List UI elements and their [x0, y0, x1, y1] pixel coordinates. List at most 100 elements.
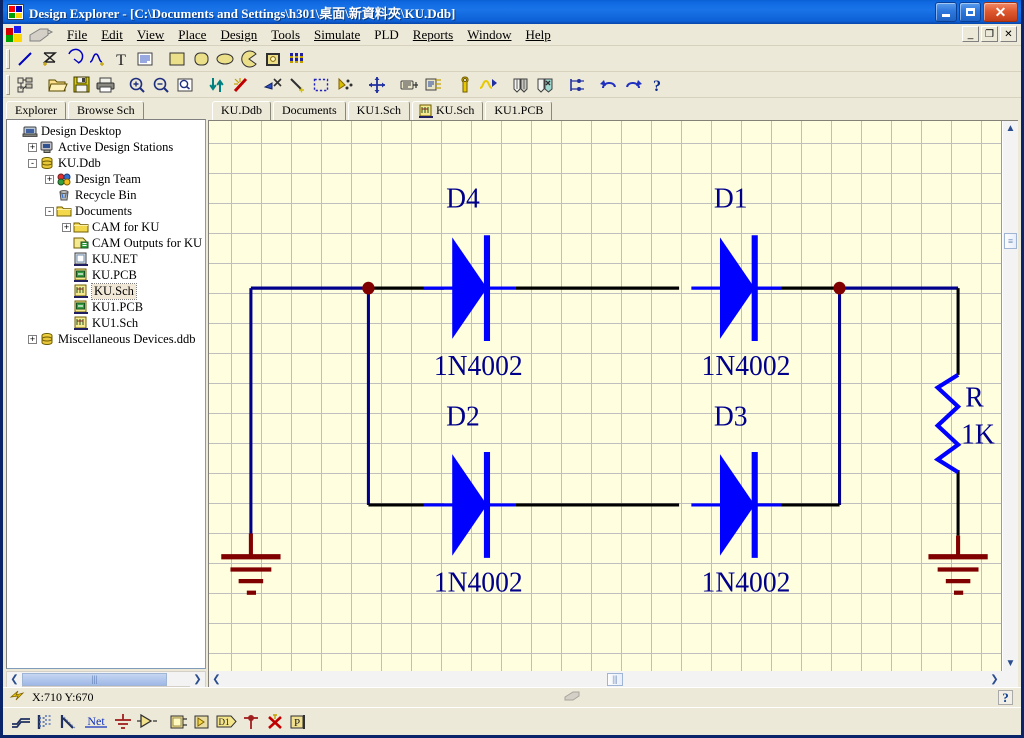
- collapse-toggle-icon[interactable]: -: [28, 159, 37, 168]
- save-icon[interactable]: [69, 74, 93, 96]
- tree-item-documents[interactable]: -Documents: [9, 203, 205, 219]
- canvas-vertical-scroll-thumb[interactable]: ≡: [1004, 233, 1017, 249]
- tree-item-recycle-bin[interactable]: Recycle Bin: [9, 187, 205, 203]
- document-tab-ku1-sch[interactable]: KU1.Sch: [348, 101, 410, 120]
- place-junction-icon[interactable]: [239, 711, 263, 733]
- component-R[interactable]: R 1K: [938, 375, 995, 472]
- tree-item-ku-pcb[interactable]: KU.PCB: [9, 267, 205, 283]
- text-frame-tool-icon[interactable]: [133, 48, 157, 70]
- select-net-icon[interactable]: [285, 74, 309, 96]
- canvas-scroll-down-arrow[interactable]: ▼: [1003, 656, 1018, 671]
- bus-tool-icon[interactable]: [37, 48, 61, 70]
- expand-toggle-icon[interactable]: +: [62, 223, 71, 232]
- move-icon[interactable]: [365, 74, 389, 96]
- tree-item-cam-outputs-for-ku[interactable]: CAM Outputs for KU: [9, 235, 205, 251]
- canvas-horizontal-scrollbar[interactable]: ❮ ||| ❯: [209, 671, 1018, 687]
- document-tab-documents[interactable]: Documents: [273, 101, 346, 120]
- explorer-horizontal-scrollbar[interactable]: ❮ ||| ❯: [6, 671, 206, 687]
- place-part-icon[interactable]: [135, 711, 159, 733]
- mdi-minimize-button[interactable]: _: [962, 26, 979, 42]
- tree-item-cam-for-ku[interactable]: +CAM for KU: [9, 219, 205, 235]
- explorer-scroll-thumb[interactable]: |||: [22, 673, 167, 686]
- tree-item-active-design-stations[interactable]: +Active Design Stations: [9, 139, 205, 155]
- rounded-rectangle-tool-icon[interactable]: [189, 48, 213, 70]
- menu-item-edit[interactable]: Edit: [94, 26, 130, 44]
- schematic-canvas[interactable]: D4 1N4002 D1 1N4002: [209, 121, 1002, 671]
- image-tool-icon[interactable]: [261, 48, 285, 70]
- place-port-icon[interactable]: D1: [215, 711, 239, 733]
- place-sheet-symbol-icon[interactable]: [167, 711, 191, 733]
- expand-toggle-icon[interactable]: +: [28, 335, 37, 344]
- place-pcb-directive-icon[interactable]: P: [287, 711, 311, 733]
- setup-icon[interactable]: [453, 74, 477, 96]
- component-D1[interactable]: D1 1N4002: [691, 183, 790, 382]
- menu-item-window[interactable]: Window: [460, 26, 518, 44]
- redo-icon[interactable]: [621, 74, 645, 96]
- menu-item-tools[interactable]: Tools: [264, 26, 307, 44]
- collapse-toggle-icon[interactable]: -: [45, 207, 54, 216]
- tab-browse-sch[interactable]: Browse Sch: [68, 101, 144, 119]
- text-tool-icon[interactable]: T: [109, 48, 133, 70]
- place-power-port-icon[interactable]: [111, 711, 135, 733]
- undo-icon[interactable]: [597, 74, 621, 96]
- maximize-button[interactable]: [959, 2, 981, 22]
- document-tab-ku-sch[interactable]: KU.Sch: [412, 101, 483, 120]
- print-icon[interactable]: [93, 74, 117, 96]
- deselect-icon[interactable]: [333, 74, 357, 96]
- menu-item-reports[interactable]: Reports: [406, 26, 460, 44]
- menu-item-help[interactable]: Help: [519, 26, 558, 44]
- tab-explorer[interactable]: Explorer: [6, 101, 66, 119]
- canvas-scroll-right-arrow[interactable]: ❯: [987, 672, 1002, 687]
- help-status-button[interactable]: ?: [998, 690, 1013, 705]
- hierarchy-icon[interactable]: [565, 74, 589, 96]
- mdi-close-button[interactable]: ✕: [1000, 26, 1017, 42]
- place-bus-entry-icon[interactable]: [57, 711, 81, 733]
- menu-item-place[interactable]: Place: [171, 26, 213, 44]
- close-button[interactable]: ✕: [983, 2, 1018, 22]
- tree-item-ku1-sch[interactable]: KU1.Sch: [9, 315, 205, 331]
- menu-item-design[interactable]: Design: [213, 26, 264, 44]
- place-netlabel-icon[interactable]: Net: [81, 711, 111, 733]
- polyline-tool-icon[interactable]: [85, 48, 109, 70]
- arc-tool-icon[interactable]: [61, 48, 85, 70]
- canvas-vertical-scrollbar[interactable]: ▲ ≡ ▼: [1002, 121, 1018, 671]
- select-area-icon[interactable]: [309, 74, 333, 96]
- clear-errors-icon[interactable]: [229, 74, 253, 96]
- pcb-update-icon[interactable]: [509, 74, 533, 96]
- document-tab-ku1-pcb[interactable]: KU1.PCB: [485, 101, 552, 120]
- explorer-scroll-left-arrow[interactable]: ❮: [7, 672, 22, 687]
- menu-item-simulate[interactable]: Simulate: [307, 26, 367, 44]
- tree-item-ku-net[interactable]: KU.NET: [9, 251, 205, 267]
- zoom-area-icon[interactable]: [173, 74, 197, 96]
- ellipse-tool-icon[interactable]: [213, 48, 237, 70]
- sync-icon[interactable]: [533, 74, 557, 96]
- place-wire-icon[interactable]: [9, 711, 33, 733]
- canvas-scroll-left-arrow[interactable]: ❮: [209, 672, 224, 687]
- open-icon[interactable]: [45, 74, 69, 96]
- expand-toggle-icon[interactable]: +: [45, 175, 54, 184]
- rectangle-tool-icon[interactable]: [165, 48, 189, 70]
- ground-symbol-right[interactable]: [928, 536, 987, 593]
- updown-icon[interactable]: [205, 74, 229, 96]
- component-D4[interactable]: D4 1N4002: [424, 183, 523, 382]
- zoom-in-icon[interactable]: [125, 74, 149, 96]
- help-icon[interactable]: ?: [645, 74, 669, 96]
- expand-toggle-icon[interactable]: +: [28, 143, 37, 152]
- erc-icon[interactable]: [421, 74, 445, 96]
- tree-item-ku-sch[interactable]: KU.Sch: [9, 283, 205, 299]
- component-D3[interactable]: D3 1N4002: [691, 401, 790, 599]
- place-no-erc-icon[interactable]: [263, 711, 287, 733]
- minimize-button[interactable]: [935, 2, 957, 22]
- explorer-scroll-right-arrow[interactable]: ❯: [190, 672, 205, 687]
- netlist-icon[interactable]: [397, 74, 421, 96]
- pie-tool-icon[interactable]: [237, 48, 261, 70]
- canvas-horizontal-scroll-thumb[interactable]: |||: [607, 673, 623, 686]
- signal-icon[interactable]: [477, 74, 501, 96]
- canvas-scroll-up-arrow[interactable]: ▲: [1003, 121, 1018, 136]
- cut-wire-icon[interactable]: [261, 74, 285, 96]
- menu-item-pld[interactable]: PLD: [367, 26, 406, 44]
- mdi-restore-button[interactable]: ❐: [981, 26, 998, 42]
- tree-item-ku1-pcb[interactable]: KU1.PCB: [9, 299, 205, 315]
- design-tree[interactable]: Design Desktop+Active Design Stations-KU…: [6, 119, 206, 669]
- array-tool-icon[interactable]: [285, 48, 309, 70]
